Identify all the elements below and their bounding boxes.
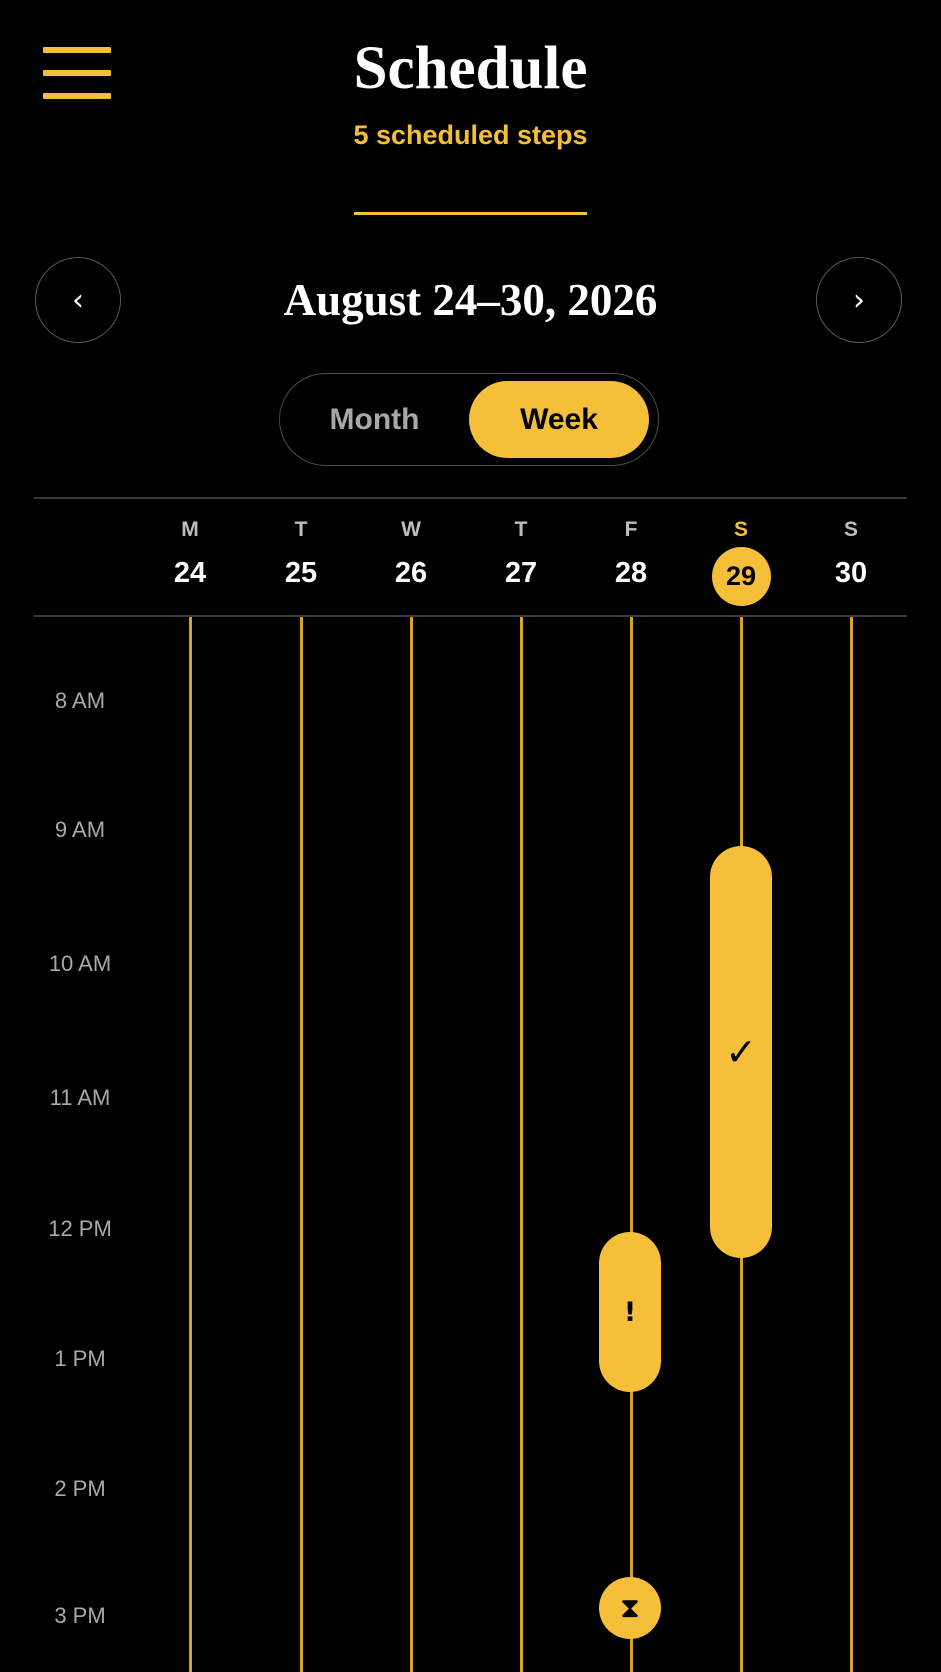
time-label-8am: 8 AM bbox=[54, 688, 106, 713]
page-title: Schedule bbox=[353, 35, 588, 102]
day-column-line bbox=[409, 617, 413, 1672]
day-number-27[interactable]: 27 bbox=[491, 556, 551, 590]
event-pending-step[interactable]: ⧗ bbox=[599, 1577, 661, 1639]
day-number-24[interactable]: 24 bbox=[160, 556, 220, 590]
day-letter-fri: F bbox=[624, 518, 638, 541]
event-completed-step[interactable]: ✓ bbox=[710, 846, 772, 1258]
day-letter-wed: W bbox=[401, 518, 421, 541]
header-divider bbox=[354, 212, 587, 215]
day-number-30[interactable]: 30 bbox=[821, 556, 881, 590]
week-view-tab[interactable]: Week bbox=[469, 381, 649, 458]
time-label-11am: 11 AM bbox=[49, 1085, 111, 1110]
day-letter-tue: T bbox=[294, 518, 308, 541]
day-letter-thu: T bbox=[514, 518, 528, 541]
day-letter-sun: S bbox=[843, 518, 858, 541]
day-column-line bbox=[629, 617, 633, 1672]
month-view-tab[interactable]: Month bbox=[288, 381, 461, 458]
day-number-25[interactable]: 25 bbox=[271, 556, 331, 590]
next-week-button[interactable]: › bbox=[816, 257, 902, 343]
checkmark-icon: ✓ bbox=[725, 1030, 757, 1074]
grid-top-divider bbox=[34, 497, 907, 499]
day-letter-sat: S bbox=[733, 518, 748, 541]
day-column-line bbox=[849, 617, 853, 1672]
event-alert-step[interactable]: ! bbox=[599, 1232, 661, 1392]
view-toggle: Month Week bbox=[279, 373, 659, 466]
grid-header-divider bbox=[34, 615, 907, 617]
day-column-line bbox=[188, 617, 192, 1672]
day-letter-mon: M bbox=[181, 518, 199, 541]
chevron-right-icon: › bbox=[853, 282, 865, 318]
week-range-title: August 24–30, 2026 bbox=[283, 275, 658, 325]
day-column-line bbox=[299, 617, 303, 1672]
time-label-9am: 9 AM bbox=[54, 817, 106, 842]
page-subtitle: 5 scheduled steps bbox=[353, 120, 588, 150]
day-number-28[interactable]: 28 bbox=[601, 556, 661, 590]
time-label-12pm: 12 PM bbox=[48, 1216, 112, 1241]
today-date-badge[interactable]: 29 bbox=[711, 547, 771, 606]
time-label-1pm: 1 PM bbox=[54, 1346, 106, 1371]
day-column-line bbox=[519, 617, 523, 1672]
day-number-26[interactable]: 26 bbox=[381, 556, 441, 590]
hourglass-icon: ⧗ bbox=[620, 1591, 640, 1624]
exclamation-icon: ! bbox=[623, 1296, 637, 1328]
time-label-3pm: 3 PM bbox=[54, 1603, 106, 1628]
time-label-10am: 10 AM bbox=[48, 951, 112, 976]
time-label-2pm: 2 PM bbox=[54, 1476, 106, 1501]
